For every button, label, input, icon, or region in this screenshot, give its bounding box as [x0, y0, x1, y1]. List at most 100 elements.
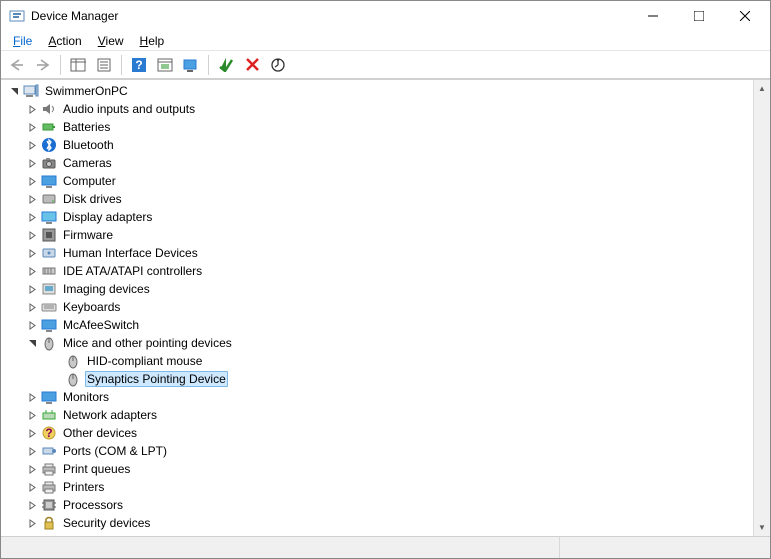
expand-arrow-icon[interactable] [25, 516, 39, 530]
tree-device[interactable]: Synaptics Pointing Device [3, 370, 753, 388]
properties-button[interactable] [92, 53, 116, 77]
enable-device-button[interactable] [214, 53, 238, 77]
expand-arrow-icon[interactable] [25, 318, 39, 332]
tree-item-label: Monitors [61, 389, 111, 405]
menu-file[interactable]: File [5, 32, 40, 50]
expand-arrow-icon[interactable] [25, 444, 39, 458]
tree-category[interactable]: ?Other devices [3, 424, 753, 442]
expand-arrow-icon[interactable] [25, 282, 39, 296]
toolbar: ? [1, 51, 770, 79]
port-icon [41, 443, 57, 459]
menu-action[interactable]: Action [40, 32, 89, 50]
tree-category[interactable]: Audio inputs and outputs [3, 100, 753, 118]
display-icon [41, 209, 57, 225]
status-pane [1, 537, 560, 558]
scroll-down-arrow[interactable]: ▼ [754, 519, 770, 536]
tree-root-computer[interactable]: SwimmerOnPC [3, 82, 753, 100]
tree-item-label: SwimmerOnPC [43, 83, 130, 99]
menu-view[interactable]: View [90, 32, 132, 50]
tree-category[interactable]: Print queues [3, 460, 753, 478]
disable-device-button[interactable] [266, 53, 290, 77]
tree-category[interactable]: Security devices [3, 514, 753, 532]
tree-category[interactable]: Mice and other pointing devices [3, 334, 753, 352]
keyboard-icon [41, 299, 57, 315]
menu-action-label: ction [56, 34, 81, 48]
menu-help[interactable]: Help [132, 32, 173, 50]
expand-arrow-icon[interactable] [25, 246, 39, 260]
expand-arrow-icon[interactable] [25, 228, 39, 242]
close-button[interactable] [722, 1, 768, 31]
expand-arrow-icon[interactable] [25, 192, 39, 206]
help-button[interactable]: ? [127, 53, 151, 77]
maximize-button[interactable] [676, 1, 722, 31]
tree-category[interactable]: IDE ATA/ATAPI controllers [3, 262, 753, 280]
other-icon: ? [41, 425, 57, 441]
tree-category[interactable]: Printers [3, 478, 753, 496]
scroll-up-arrow[interactable]: ▲ [754, 80, 770, 97]
tree-category[interactable]: Network adapters [3, 406, 753, 424]
collapse-arrow-icon[interactable] [25, 336, 39, 350]
tree-item-label: Network adapters [61, 407, 159, 423]
minimize-button[interactable] [630, 1, 676, 31]
expand-arrow-icon[interactable] [25, 156, 39, 170]
device-tree[interactable]: SwimmerOnPC Audio inputs and outputsBatte… [1, 80, 753, 536]
tree-category[interactable]: Processors [3, 496, 753, 514]
tree-item-label: Printers [61, 479, 106, 495]
expand-arrow-icon[interactable] [25, 138, 39, 152]
tree-item-label: Keyboards [61, 299, 122, 315]
printer-icon [41, 461, 57, 477]
tree-category[interactable]: Human Interface Devices [3, 244, 753, 262]
expand-arrow-icon[interactable] [25, 264, 39, 278]
statusbar [1, 536, 770, 558]
tree-item-label: IDE ATA/ATAPI controllers [61, 263, 204, 279]
tree-category[interactable]: McAfeeSwitch [3, 316, 753, 334]
tree-category[interactable]: Computer [3, 172, 753, 190]
update-driver-button[interactable] [153, 53, 177, 77]
tree-item-label: Ports (COM & LPT) [61, 443, 169, 459]
tree-item-label: McAfeeSwitch [61, 317, 141, 333]
hid-icon [41, 245, 57, 261]
vertical-scrollbar[interactable]: ▲ ▼ [753, 80, 770, 536]
uninstall-device-button[interactable] [240, 53, 264, 77]
forward-button[interactable] [31, 53, 55, 77]
expand-arrow-icon[interactable] [25, 408, 39, 422]
tree-category[interactable]: Bluetooth [3, 136, 753, 154]
scan-hardware-button[interactable] [179, 53, 203, 77]
collapse-arrow-icon[interactable] [7, 84, 21, 98]
monitor-icon [41, 317, 57, 333]
expand-arrow-icon[interactable] [25, 426, 39, 440]
expand-arrow-icon[interactable] [25, 174, 39, 188]
expand-arrow-icon[interactable] [25, 102, 39, 116]
expand-arrow-icon[interactable] [25, 480, 39, 494]
back-button[interactable] [5, 53, 29, 77]
tree-item-label: Cameras [61, 155, 114, 171]
tree-category[interactable]: Keyboards [3, 298, 753, 316]
tree-category[interactable]: Ports (COM & LPT) [3, 442, 753, 460]
mouse-icon [65, 353, 81, 369]
tree-item-label: Human Interface Devices [61, 245, 200, 261]
tree-category[interactable]: Disk drives [3, 190, 753, 208]
expand-arrow-icon[interactable] [25, 210, 39, 224]
imaging-icon [41, 281, 57, 297]
tree-category[interactable]: Display adapters [3, 208, 753, 226]
tree-category[interactable]: Cameras [3, 154, 753, 172]
toolbar-separator [208, 55, 209, 75]
expand-arrow-icon[interactable] [25, 120, 39, 134]
mouse-icon [65, 371, 81, 387]
tree-item-label: Mice and other pointing devices [61, 335, 234, 351]
tree-category[interactable]: Batteries [3, 118, 753, 136]
expand-arrow-icon[interactable] [25, 390, 39, 404]
menu-view-label: iew [106, 34, 124, 48]
show-hide-tree-button[interactable] [66, 53, 90, 77]
expand-arrow-icon[interactable] [25, 300, 39, 314]
tree-category[interactable]: Imaging devices [3, 280, 753, 298]
tree-category[interactable]: Firmware [3, 226, 753, 244]
titlebar: Device Manager [1, 1, 770, 31]
expand-arrow-icon[interactable] [25, 498, 39, 512]
tree-device[interactable]: HID-compliant mouse [3, 352, 753, 370]
tree-item-label: Audio inputs and outputs [61, 101, 197, 117]
app-icon [9, 8, 25, 24]
expand-arrow-icon[interactable] [25, 462, 39, 476]
tree-item-label: Synaptics Pointing Device [85, 371, 228, 387]
tree-category[interactable]: Monitors [3, 388, 753, 406]
